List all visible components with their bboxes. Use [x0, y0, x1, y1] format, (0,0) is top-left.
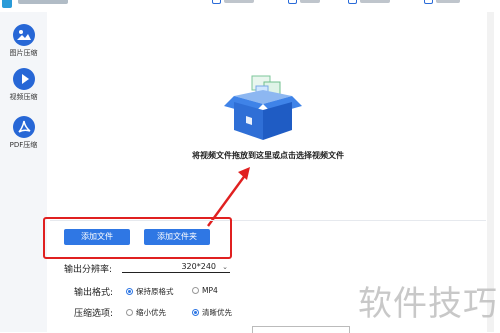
sidebar-item-label: 图片压缩: [9, 49, 38, 57]
open-box-icon: [224, 75, 302, 140]
toolbar-item-3[interactable]: [348, 0, 390, 5]
compress-option-size[interactable]: 缩小优先: [126, 307, 166, 318]
drop-zone[interactable]: [50, 12, 486, 218]
format-option-keep[interactable]: 保持原格式: [126, 286, 174, 297]
sidebar: 图片压缩 视频压缩 PDF压缩: [0, 12, 47, 332]
toolbar-item-2[interactable]: [288, 0, 320, 5]
pdf-icon: [12, 116, 35, 138]
toolbar-3-icon: [348, 0, 357, 4]
image-icon: [12, 24, 35, 46]
sidebar-item-video-compress[interactable]: 视频压缩: [0, 68, 47, 102]
compress-label: 压缩选项:: [74, 309, 114, 319]
sidebar-item-label: PDF压缩: [9, 141, 38, 149]
sidebar-item-image-compress[interactable]: 图片压缩: [0, 24, 47, 58]
drop-hint: 将视频文件拖放到这里或点击选择视频文件: [192, 151, 344, 160]
title-bar: [0, 0, 500, 12]
resolution-value: 320*240: [181, 262, 216, 271]
play-icon: [12, 68, 35, 90]
radio-selected-icon: [192, 309, 199, 316]
format-option-mp4[interactable]: MP4: [192, 286, 218, 295]
compress-option-clarity[interactable]: 清晰优先: [192, 307, 232, 318]
sidebar-item-label: 视频压缩: [9, 93, 38, 101]
resolution-select[interactable]: 320*240 ⌄: [122, 261, 230, 273]
toolbar-1-icon: [212, 0, 221, 4]
app-logo-icon: [2, 0, 12, 8]
chevron-down-icon: ⌄: [222, 263, 228, 271]
add-folder-button[interactable]: 添加文件夹: [144, 229, 210, 245]
toolbar-2-icon: [288, 0, 297, 4]
watermark: 软件技巧: [358, 284, 498, 324]
toolbar-item-1[interactable]: [212, 0, 254, 5]
sidebar-item-pdf-compress[interactable]: PDF压缩: [0, 116, 47, 150]
format-label: 输出格式:: [74, 288, 114, 298]
add-file-button[interactable]: 添加文件: [64, 229, 130, 245]
radio-selected-icon: [126, 288, 133, 295]
toolbar-4-icon: [424, 0, 433, 4]
app-title: [18, 0, 68, 4]
radio-icon: [126, 309, 133, 316]
radio-icon: [192, 287, 199, 294]
resolution-label: 输出分辨率:: [64, 265, 113, 275]
toolbar-item-4[interactable]: [424, 0, 460, 5]
